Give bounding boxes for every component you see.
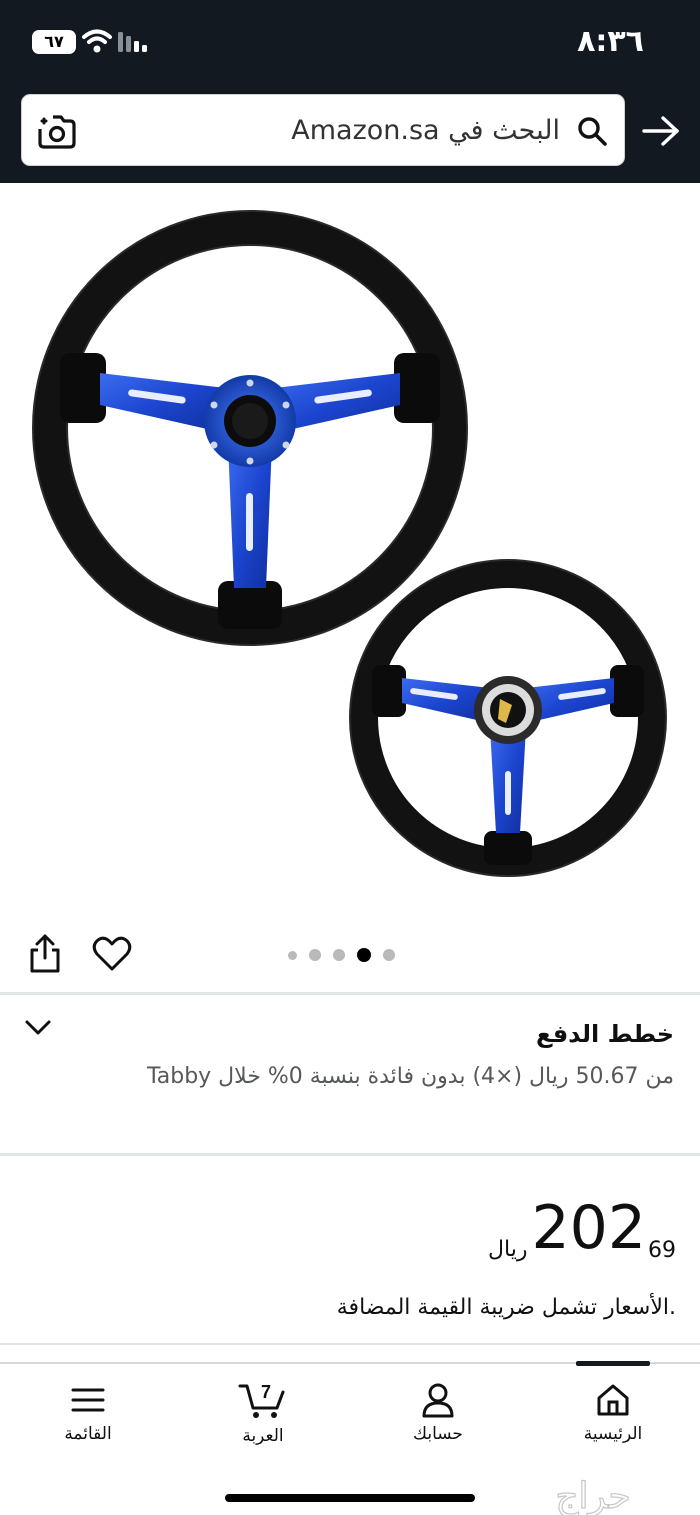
search-row: البحث في Amazon.sa bbox=[0, 92, 700, 172]
steering-wheel-large bbox=[32, 210, 468, 646]
nav-account[interactable]: حسابك bbox=[378, 1382, 498, 1452]
home-indicator bbox=[225, 1494, 475, 1502]
payment-plans-title: خطط الدفع bbox=[536, 1020, 674, 1048]
search-placeholder: البحث في Amazon.sa bbox=[291, 115, 560, 146]
product-image-gallery[interactable] bbox=[0, 183, 700, 918]
nav-home[interactable]: الرئيسية bbox=[553, 1382, 673, 1452]
image-actions bbox=[0, 930, 700, 980]
chevron-down-icon[interactable] bbox=[24, 1018, 52, 1038]
search-input[interactable]: البحث في Amazon.sa bbox=[21, 94, 625, 166]
home-icon bbox=[597, 1384, 629, 1416]
watermark-text: حراج bbox=[555, 1476, 630, 1515]
payment-plans-description: من 50.67 ريال (×4) بدون فائدة بنسبة 0% خ… bbox=[146, 1064, 674, 1089]
price-fraction: 69 bbox=[648, 1238, 676, 1263]
back-arrow-icon[interactable] bbox=[641, 114, 681, 148]
product-photo bbox=[32, 210, 667, 877]
vat-note: .الأسعار تشمل ضريبة القيمة المضافة bbox=[336, 1295, 676, 1320]
carousel-dots[interactable] bbox=[288, 948, 395, 962]
account-icon bbox=[422, 1383, 454, 1418]
battery-indicator: ٦٧ bbox=[32, 30, 76, 54]
nav-account-label: حسابك bbox=[413, 1424, 463, 1444]
camera-search-icon[interactable] bbox=[36, 109, 78, 151]
wifi-icon bbox=[82, 29, 112, 53]
cart-icon: 7 bbox=[238, 1382, 285, 1418]
cellular-signal-icon bbox=[118, 32, 147, 52]
share-icon[interactable] bbox=[27, 934, 63, 974]
divider bbox=[0, 992, 700, 995]
payment-plans-section[interactable]: خطط الدفع من 50.67 ريال (×4) بدون فائدة … bbox=[0, 996, 700, 1152]
search-icon[interactable] bbox=[576, 115, 608, 147]
price-whole: 202 bbox=[531, 1193, 646, 1263]
price-section: 69 202 ريال .الأسعار تشمل ضريبة القيمة ا… bbox=[0, 1157, 700, 1343]
status-bar: ٦٧ ٨:٣٦ bbox=[0, 0, 700, 84]
nav-menu[interactable]: القائمة bbox=[28, 1382, 148, 1452]
nav-cart[interactable]: 7 العربة bbox=[203, 1382, 323, 1452]
cart-count: 7 bbox=[261, 1382, 271, 1402]
active-tab-indicator bbox=[576, 1361, 650, 1366]
carousel-dot[interactable] bbox=[333, 949, 345, 961]
heart-icon[interactable] bbox=[92, 936, 132, 972]
divider bbox=[0, 1343, 700, 1345]
price-currency: ريال bbox=[488, 1237, 528, 1262]
nav-menu-label: القائمة bbox=[64, 1424, 112, 1444]
bottom-navigation: الرئيسية حسابك 7 العربة القائمة حراج bbox=[0, 1361, 700, 1515]
clock: ٨:٣٦ bbox=[577, 24, 644, 59]
menu-icon bbox=[71, 1388, 105, 1412]
nav-home-label: الرئيسية bbox=[583, 1424, 643, 1444]
price: 69 202 ريال bbox=[488, 1193, 676, 1263]
nav-cart-label: العربة bbox=[242, 1426, 284, 1446]
carousel-dot[interactable] bbox=[309, 949, 321, 961]
divider bbox=[0, 1153, 700, 1156]
app-header: ٦٧ ٨:٣٦ البحث في Amazon.sa bbox=[0, 0, 700, 183]
steering-wheel-small bbox=[349, 559, 667, 877]
carousel-dot-active[interactable] bbox=[357, 948, 371, 962]
carousel-dot[interactable] bbox=[383, 949, 395, 961]
carousel-dot[interactable] bbox=[288, 950, 297, 960]
haraj-watermark-logo: حراج bbox=[555, 1475, 632, 1515]
